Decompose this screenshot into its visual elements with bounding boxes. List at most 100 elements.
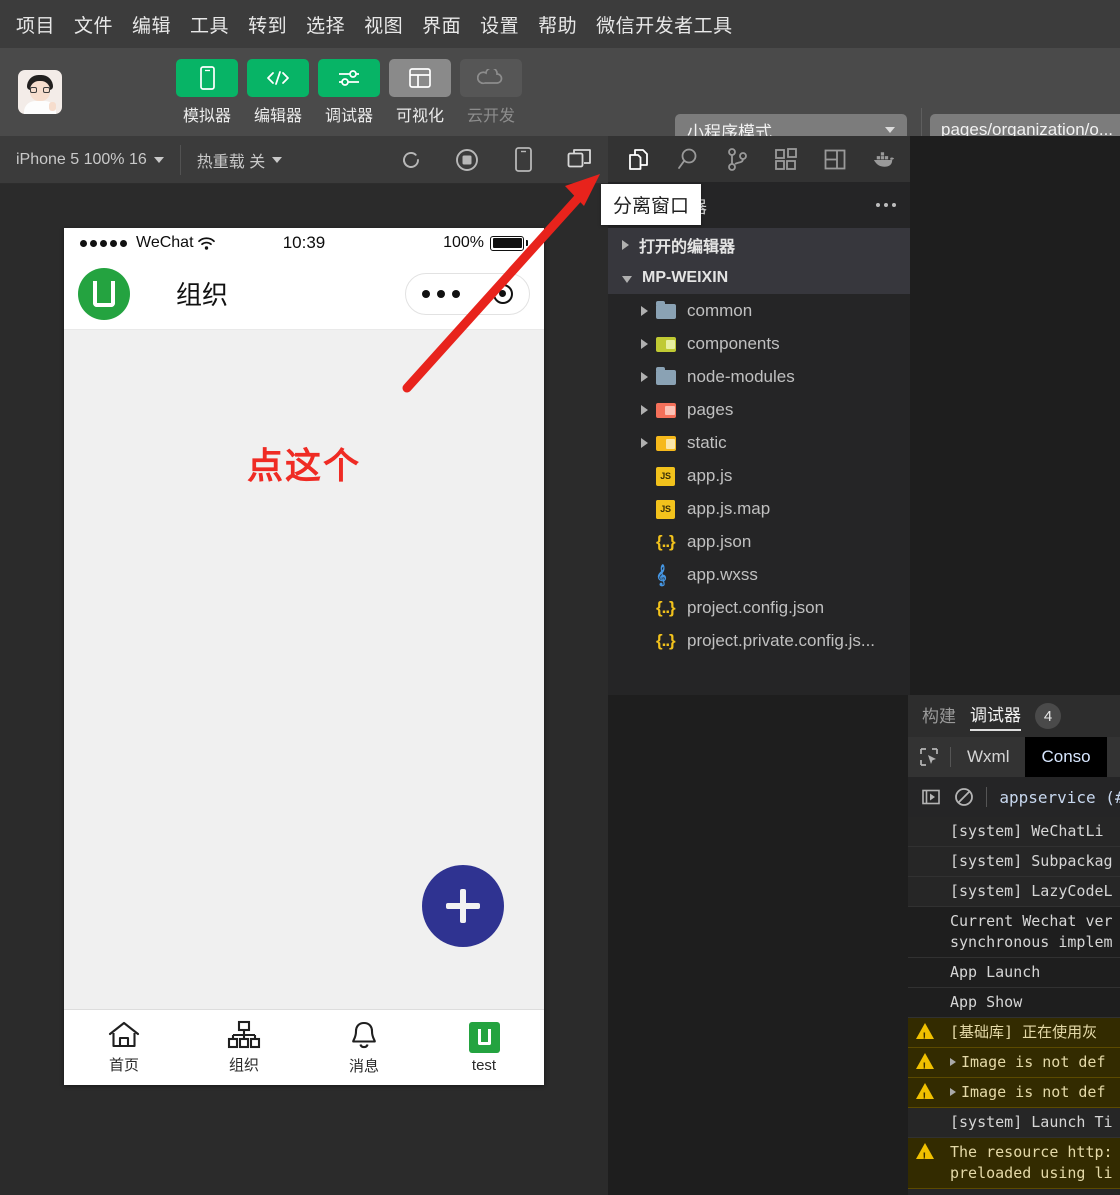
close-target-icon[interactable]: [492, 283, 513, 304]
layout-panel-icon[interactable]: [822, 146, 848, 172]
menu-bar: 项目 文件 编辑 工具 转到 选择 视图 界面 设置 帮助 微信开发者工具: [0, 0, 1120, 48]
chevron-right-icon: [641, 371, 648, 382]
docker-icon[interactable]: [871, 146, 897, 172]
warning-icon: [916, 1083, 934, 1107]
menu-item-view[interactable]: 视图: [364, 11, 403, 38]
console-log-row[interactable]: Image is not def: [908, 1078, 1120, 1108]
menu-item-file[interactable]: 文件: [74, 11, 113, 38]
tree-item-app-json[interactable]: {..} app.json: [608, 525, 910, 558]
app-logo-icon: [468, 1021, 500, 1053]
stop-icon[interactable]: [454, 147, 480, 173]
simulator-button[interactable]: 模拟器: [176, 58, 238, 126]
section-mp-weixin[interactable]: MP-WEIXIN: [608, 261, 910, 294]
user-avatar[interactable]: [18, 70, 62, 114]
tree-item-node-modules[interactable]: node-modules: [608, 360, 910, 393]
more-icon[interactable]: [422, 289, 461, 298]
console-log-text: [system] LazyCodeL: [950, 882, 1113, 900]
device-selector[interactable]: iPhone 5 100% 16: [0, 136, 180, 184]
console-log-row[interactable]: [system] Launch Ti: [908, 1108, 1120, 1138]
search-icon[interactable]: [675, 146, 701, 172]
tree-item-project-private-config[interactable]: {..} project.private.config.js...: [608, 624, 910, 657]
subtab-wxml[interactable]: Wxml: [951, 737, 1025, 777]
folder-yellow-icon: [656, 433, 678, 453]
simulator-stage: WeChat 10:39 100% 组织 点这个 首页 组织 消息 test: [0, 184, 608, 1195]
menu-item-select[interactable]: 选择: [306, 11, 345, 38]
console-source-selector[interactable]: appservice (#: [999, 788, 1120, 807]
expand-triangle-icon[interactable]: [950, 1088, 956, 1096]
warning-icon: [916, 1143, 934, 1168]
clear-console-icon[interactable]: [953, 786, 974, 808]
menu-item-tools[interactable]: 工具: [190, 11, 229, 38]
console-log-row[interactable]: The resource http: preloaded using li: [908, 1138, 1120, 1189]
console-log-row[interactable]: [system] Subpackag: [908, 847, 1120, 877]
tab-test[interactable]: test: [424, 1010, 544, 1085]
tab-home[interactable]: 首页: [64, 1010, 184, 1085]
tree-item-app-js[interactable]: JS app.js: [608, 459, 910, 492]
tree-item-project-config[interactable]: {..} project.config.json: [608, 591, 910, 624]
detach-window-icon[interactable]: [566, 147, 592, 173]
console-log-row[interactable]: [system] WeChatLi: [908, 817, 1120, 847]
menu-item-devtools[interactable]: 微信开发者工具: [596, 11, 733, 38]
tab-organization[interactable]: 组织: [184, 1010, 304, 1085]
console-filter-bar: appservice (#: [908, 777, 1120, 817]
console-log-row[interactable]: [基础库] 正在使用灰: [908, 1018, 1120, 1048]
js-map-file-icon: JS: [656, 499, 678, 519]
explorer-more-icon[interactable]: [876, 203, 896, 207]
section-open-editors[interactable]: 打开的编辑器: [608, 228, 910, 261]
console-log-text: Image is not def: [961, 1053, 1106, 1071]
refresh-icon[interactable]: [398, 147, 424, 173]
carrier-label: WeChat: [136, 234, 194, 251]
menu-item-settings[interactable]: 设置: [480, 11, 519, 38]
add-fab-button[interactable]: [422, 865, 504, 947]
battery-percent: 100%: [443, 234, 484, 251]
menu-item-help[interactable]: 帮助: [538, 11, 577, 38]
debugger-button[interactable]: 调试器: [318, 58, 380, 126]
menu-item-interface[interactable]: 界面: [422, 11, 461, 38]
console-log-row[interactable]: App Show: [908, 988, 1120, 1018]
console-log-row[interactable]: Image is not def: [908, 1048, 1120, 1078]
step-icon[interactable]: [920, 786, 941, 808]
tree-item-label: app.json: [687, 531, 752, 551]
avatar-hand: [49, 102, 56, 111]
chevron-right-icon: [641, 338, 648, 349]
tab-debugger[interactable]: 调试器: [970, 701, 1021, 731]
menu-item-goto[interactable]: 转到: [248, 11, 287, 38]
extensions-icon[interactable]: [773, 146, 799, 172]
wechat-capsule-button[interactable]: [405, 272, 530, 315]
tab-messages[interactable]: 消息: [304, 1010, 424, 1085]
expand-triangle-icon[interactable]: [950, 1058, 956, 1066]
tree-item-static[interactable]: static: [608, 426, 910, 459]
subtab-console[interactable]: Conso: [1025, 737, 1107, 777]
menu-item-project[interactable]: 项目: [16, 11, 55, 38]
tree-item-label: components: [687, 333, 780, 353]
tree-item-common[interactable]: common: [608, 294, 910, 327]
hot-reload-selector[interactable]: 热重载 关: [181, 136, 298, 184]
tree-item-app-wxss[interactable]: 𝄞 app.wxss: [608, 558, 910, 591]
tab-build[interactable]: 构建: [922, 702, 956, 730]
tree-item-components[interactable]: components: [608, 327, 910, 360]
tree-item-label: app.wxss: [687, 564, 758, 584]
css-file-icon: 𝄞: [656, 564, 667, 585]
device-selector-value: iPhone 5 100% 16: [16, 150, 147, 168]
files-icon[interactable]: [626, 146, 652, 172]
page-content: 点这个: [64, 330, 544, 1009]
source-control-icon[interactable]: [724, 146, 750, 172]
console-log-text: Image is not def: [961, 1083, 1106, 1101]
console-log-row[interactable]: App Launch: [908, 958, 1120, 988]
simulator-label: 模拟器: [182, 107, 231, 125]
console-log-row[interactable]: [system] LazyCodeL: [908, 877, 1120, 907]
tree-item-app-js-map[interactable]: JS app.js.map: [608, 492, 910, 525]
console-log-row[interactable]: Current Wechat ver synchronous implem: [908, 907, 1120, 958]
top-toolbar: 模拟器 编辑器 调试器 可视化 云开发 小程序模式 pages/organiza…: [0, 48, 1120, 152]
wifi-icon: [197, 236, 215, 250]
battery-icon: [490, 235, 524, 251]
phone-preview-icon[interactable]: [510, 147, 536, 173]
element-picker-icon[interactable]: [914, 747, 944, 767]
cloud-dev-button[interactable]: 云开发: [460, 58, 522, 126]
visualization-button[interactable]: 可视化: [389, 58, 451, 126]
menu-item-edit[interactable]: 编辑: [132, 11, 171, 38]
bell-icon: [352, 1021, 376, 1048]
editor-button[interactable]: 编辑器: [247, 58, 309, 126]
tree-item-pages[interactable]: pages: [608, 393, 910, 426]
debugger-label: 调试器: [324, 107, 373, 125]
